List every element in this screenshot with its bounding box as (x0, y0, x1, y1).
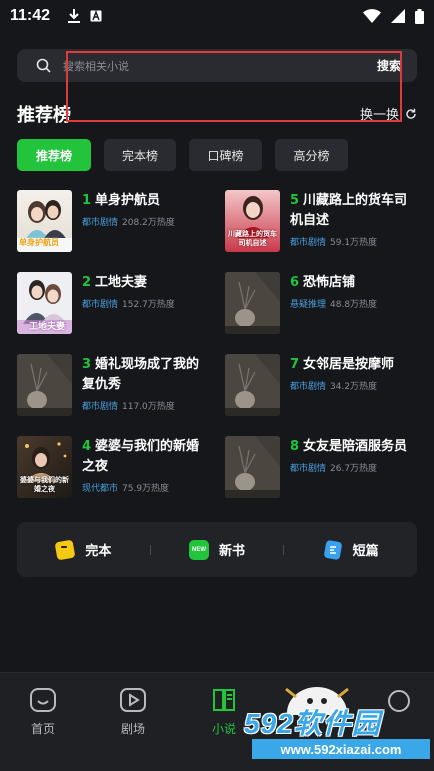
book-tag: 都市剧情 (290, 238, 327, 248)
book-title: 婆婆与我们的新婚之夜 (82, 439, 200, 474)
book-rank: 2 (82, 275, 92, 290)
book-item[interactable]: 7 女邻居是按摩师 都市剧情 34.2万热度 (225, 354, 415, 416)
quick-link-label: 新书 (219, 544, 246, 559)
book-title: 婚礼现场成了我的复仇秀 (82, 357, 200, 392)
search-button[interactable]: 搜索 (377, 57, 401, 74)
book-heat: 75.9万热度 (122, 484, 170, 494)
quick-link-new[interactable]: NEW 新书 (151, 539, 284, 560)
book-icon (213, 689, 235, 711)
book-item[interactable]: 6 恐怖店铺 悬疑推理 48.8万热度 (225, 272, 415, 334)
play-icon (120, 688, 146, 712)
book-heat: 117.0万热度 (122, 402, 175, 412)
nav-home[interactable]: 首页 (28, 686, 58, 737)
book-title: 女邻居是按摩师 (303, 357, 395, 372)
refresh-button[interactable]: 换一换 (360, 104, 417, 123)
book-item[interactable]: 工地夫妻 2 工地夫妻 都市剧情 152.7万热度 (17, 272, 207, 334)
book-heat: 34.2万热度 (330, 382, 378, 392)
book-item[interactable]: 单身护航员 1 单身护航员 都市剧情 208.2万热度 (17, 190, 207, 252)
quick-link-completed[interactable]: 完本 (17, 539, 150, 560)
book-cover-title: 单身护航员 (19, 238, 59, 247)
book-title: 工地夫妻 (95, 275, 148, 290)
tab-recommend[interactable]: 推荐榜 (17, 139, 91, 171)
book-rank: 6 (290, 275, 300, 290)
book-heat: 26.7万热度 (330, 464, 378, 474)
a-icon (90, 10, 102, 22)
quick-links: 完本 NEW 新书 短篇 (17, 522, 417, 577)
book-tag: 都市剧情 (82, 218, 119, 228)
nav-label: 首页 (30, 722, 55, 736)
book-title: 女友是陪酒服务员 (303, 439, 408, 454)
tab-high-score[interactable]: 高分榜 (275, 139, 348, 171)
book-tag: 都市剧情 (82, 402, 119, 412)
quick-link-label: 短篇 (352, 544, 379, 559)
refresh-icon (406, 108, 416, 119)
book-tag: 都市剧情 (290, 382, 327, 392)
book-rank: 4 (82, 439, 92, 454)
ranking-tabs: 推荐榜 完本榜 口碑榜 高分榜 (17, 139, 348, 171)
status-time: 11:42 (10, 7, 51, 24)
quick-link-label: 完本 (85, 544, 112, 559)
book-cover-title: 工地夫妻 (29, 321, 66, 331)
new-badge-icon: NEW (189, 539, 209, 560)
book-cover: 婆婆与我们的新婚之夜 (17, 436, 72, 498)
watermark-logo-text: 592软件园 (244, 708, 381, 739)
download-icon (68, 9, 81, 23)
book-cover: 单身护航员 (17, 190, 72, 252)
search-input[interactable]: 搜索相关小说 (63, 58, 377, 74)
book-tag: 都市剧情 (290, 464, 327, 474)
book-item[interactable]: 3 婚礼现场成了我的复仇秀 都市剧情 117.0万热度 (17, 354, 207, 416)
section-title: 推荐榜 (17, 105, 71, 126)
book-cover-title: 川藏路上的货车司机自述 (228, 231, 277, 247)
book-item[interactable]: 川藏路上的货车司机自述 5 川藏路上的货车司机自述 都市剧情 59.1万热度 (225, 190, 415, 252)
book-cover (225, 272, 280, 334)
book-rank: 7 (290, 357, 300, 372)
status-bar: 11:42 (0, 0, 434, 32)
book-cover (17, 354, 72, 416)
nav-theater[interactable]: 剧场 (118, 686, 148, 737)
book-tag: 都市剧情 (82, 300, 119, 310)
book-cover: 川藏路上的货车司机自述 (225, 190, 280, 252)
book-cover (225, 354, 280, 416)
battery-icon (415, 8, 424, 24)
book-rank: 1 (82, 193, 92, 208)
tab-reputation[interactable]: 口碑榜 (189, 139, 262, 171)
short-story-icon (323, 539, 342, 560)
tab-completed[interactable]: 完本榜 (104, 139, 176, 171)
book-cover: 工地夫妻 (17, 272, 72, 334)
wifi-icon (363, 9, 381, 23)
search-bar[interactable]: 搜索相关小说 搜索 (17, 49, 417, 82)
book-heat: 208.2万热度 (122, 218, 175, 228)
nav-label: 小说 (211, 722, 236, 736)
search-icon (36, 58, 51, 73)
quick-link-short[interactable]: 短篇 (284, 539, 417, 560)
book-heat: 152.7万热度 (122, 300, 175, 310)
book-rank: 5 (290, 193, 300, 208)
watermark: 592软件园 www.592xiazai.com (238, 700, 434, 771)
book-tag: 现代都市 (82, 484, 119, 494)
signal-icon (391, 9, 405, 23)
book-item[interactable]: 8 女友是陪酒服务员 都市剧情 26.7万热度 (225, 436, 415, 498)
new-badge-text: NEW (192, 546, 206, 553)
book-heat: 48.8万热度 (330, 300, 378, 310)
book-title: 恐怖店铺 (303, 275, 356, 290)
refresh-label: 换一换 (359, 108, 399, 123)
book-rank: 8 (290, 439, 300, 454)
book-cover-title: 婆婆与我们的新婚之夜 (20, 477, 69, 493)
nav-novel[interactable]: 小说 (209, 686, 239, 737)
book-tag: 悬疑推理 (290, 300, 327, 310)
book-heat: 59.1万热度 (330, 238, 378, 248)
book-cover (225, 436, 280, 498)
book-title: 单身护航员 (95, 193, 161, 208)
book-rank: 3 (82, 357, 92, 372)
nav-label: 剧场 (120, 722, 145, 736)
watermark-url: www.592xiazai.com (252, 739, 430, 759)
book-item[interactable]: 婆婆与我们的新婚之夜 4 婆婆与我们的新婚之夜 现代都市 75.9万热度 (17, 436, 207, 498)
home-icon (30, 688, 56, 712)
book-title: 川藏路上的货车司机自述 (290, 193, 408, 228)
book-bookmark-icon (55, 539, 76, 560)
